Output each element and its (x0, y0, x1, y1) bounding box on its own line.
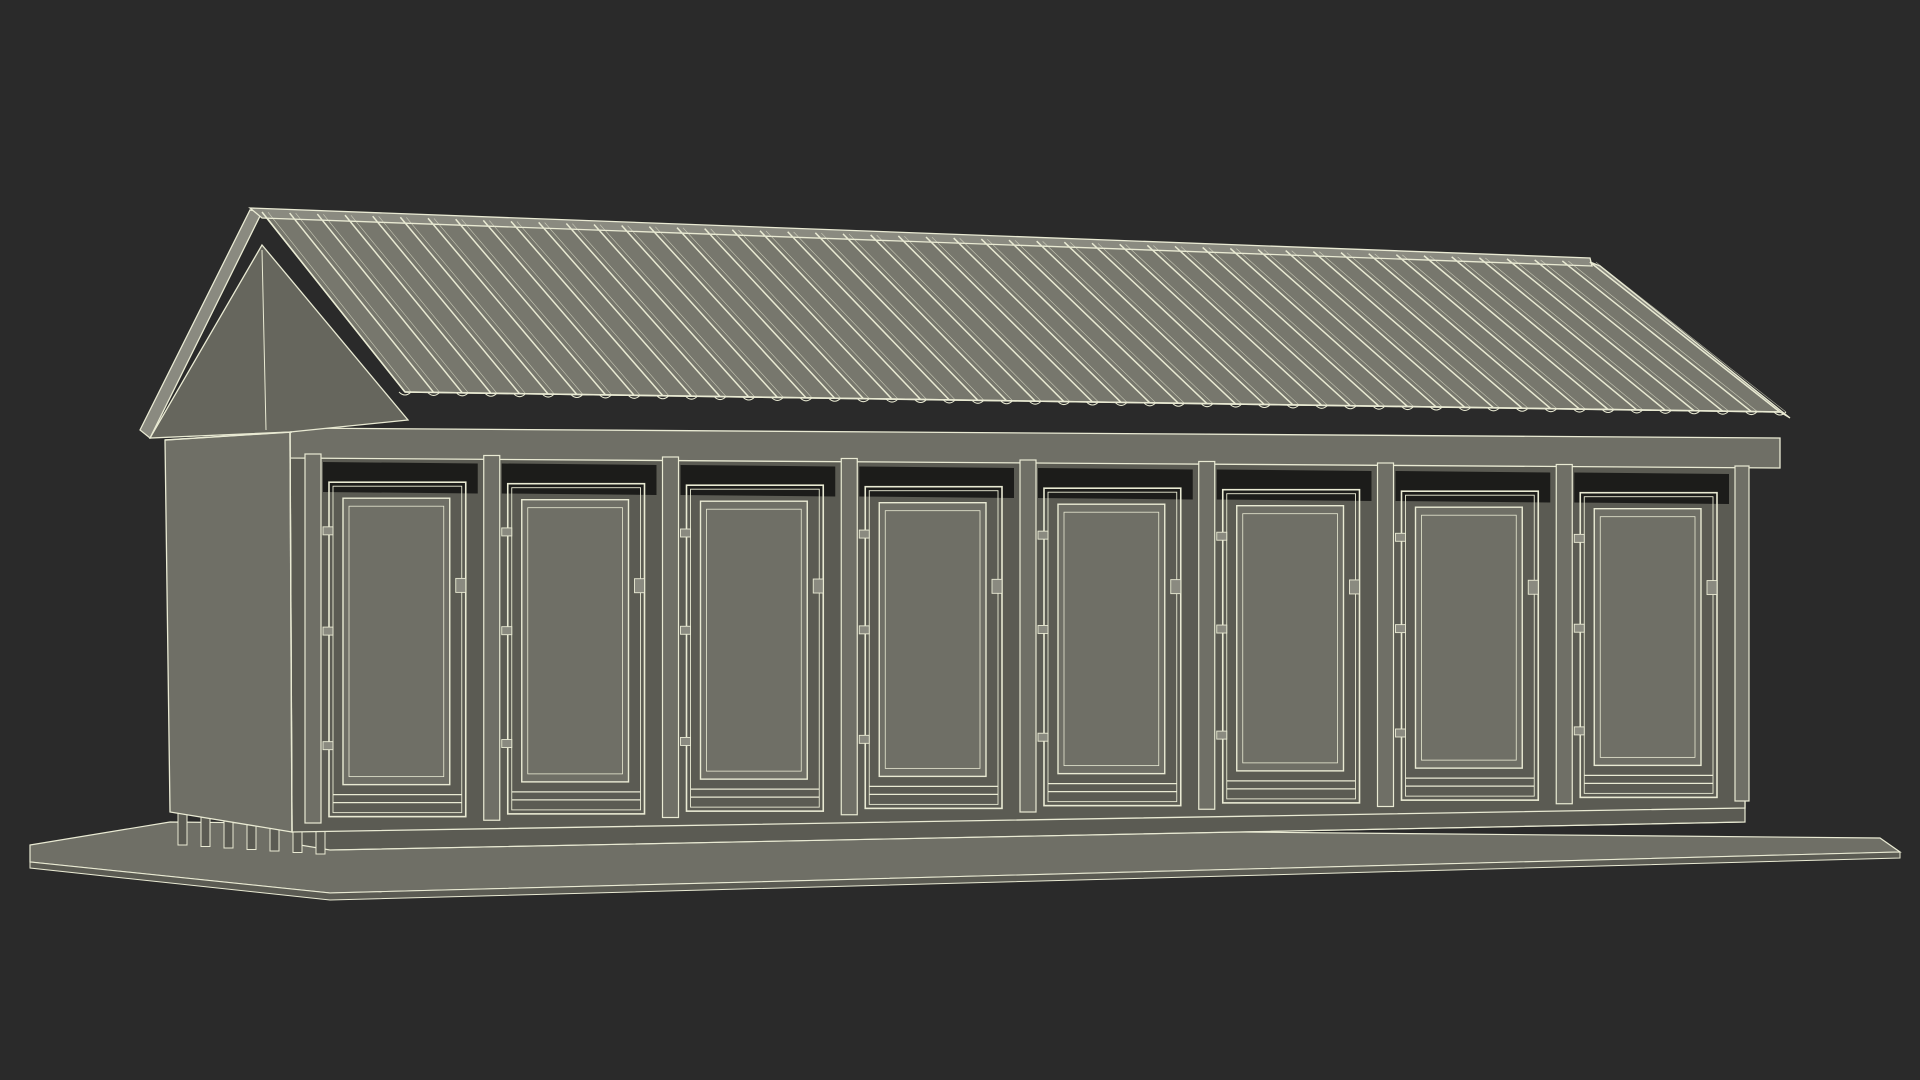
stall-gap (323, 462, 478, 494)
latch (1706, 580, 1718, 596)
stall-divider (1555, 463, 1573, 805)
door-panel (521, 499, 630, 783)
latch (1349, 579, 1360, 595)
latch (634, 578, 645, 594)
hinge (1395, 532, 1406, 542)
hinge (1395, 624, 1406, 634)
hinge (1573, 726, 1585, 736)
hinge (680, 528, 691, 538)
stall-gap (1395, 471, 1551, 503)
stall-gap (680, 465, 836, 497)
door-panel (1057, 503, 1166, 775)
stall-divider (661, 456, 680, 819)
hinge (680, 625, 691, 635)
stall-divider (1198, 460, 1216, 810)
stall-divider (483, 454, 501, 821)
latch (812, 578, 824, 594)
hinge (1216, 730, 1228, 740)
door-panel (1593, 508, 1702, 767)
stall-gap (1038, 468, 1193, 500)
support-post (177, 811, 188, 846)
hinge (1037, 732, 1049, 742)
door-panel (878, 502, 987, 778)
door-panel (342, 497, 451, 786)
stall-gap (501, 463, 657, 495)
door-panel (699, 500, 808, 780)
hinge (501, 626, 513, 636)
hinge (322, 741, 334, 751)
latch (1170, 579, 1182, 595)
stall-divider (840, 457, 858, 816)
hinge (1216, 531, 1228, 541)
latch (1527, 579, 1539, 595)
hinge (1216, 624, 1228, 634)
hinge (1573, 533, 1585, 543)
hinge (1037, 530, 1049, 540)
stall-gap (1574, 472, 1729, 504)
hinge (680, 736, 691, 746)
hinge (858, 625, 870, 635)
hinge (1573, 623, 1585, 633)
side-wall (164, 431, 293, 833)
stall-divider (1376, 462, 1395, 808)
stall-divider-end (1734, 465, 1750, 802)
hinge (858, 529, 870, 539)
door-panel (1236, 505, 1345, 772)
building-model (29, 207, 1902, 901)
latch (455, 577, 467, 593)
stall-gap (1216, 469, 1372, 501)
hinge (501, 739, 513, 749)
stall-gap (859, 466, 1014, 498)
stall-divider (1019, 459, 1037, 813)
latch (991, 578, 1003, 594)
hinge (858, 734, 870, 744)
render-viewport[interactable] (0, 0, 1920, 1080)
stall-divider (304, 453, 322, 824)
hinge (501, 527, 513, 537)
door-panel (1414, 506, 1523, 769)
hinge (1395, 728, 1406, 738)
hinge (322, 626, 334, 636)
hinge (322, 526, 334, 536)
hinge (1037, 624, 1049, 634)
